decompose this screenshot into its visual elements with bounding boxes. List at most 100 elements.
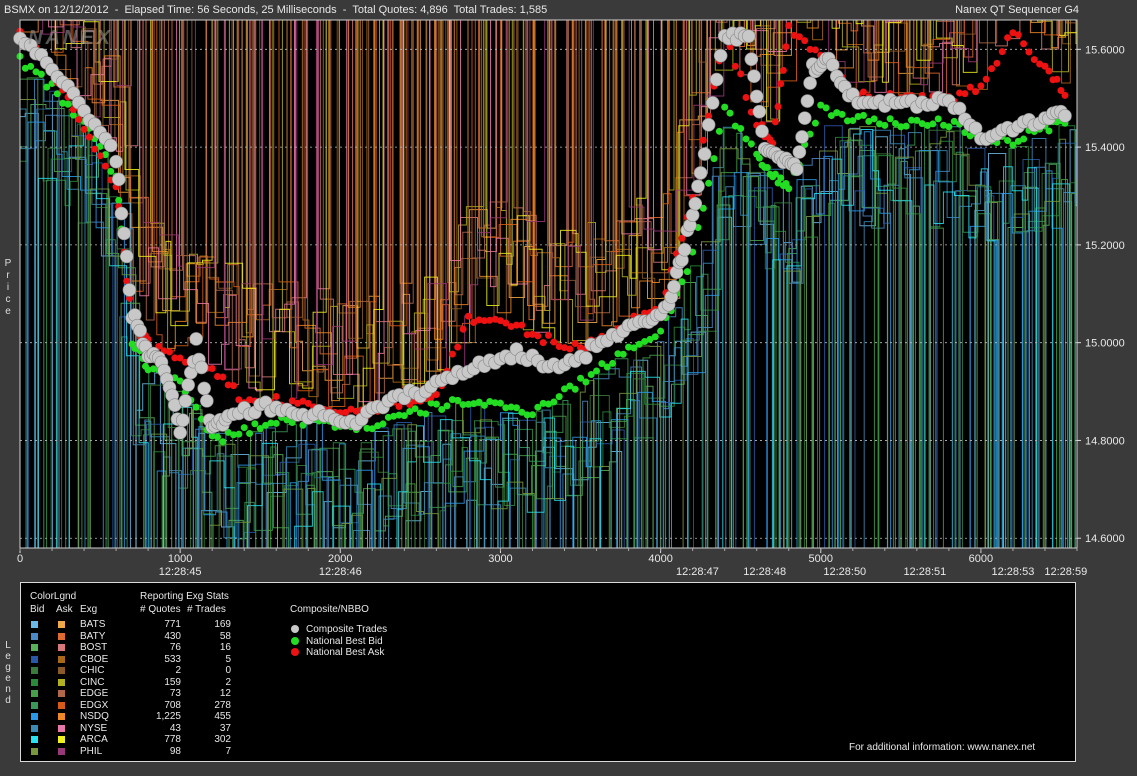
ask-color-swatch	[58, 690, 65, 697]
national-best-ask-point	[982, 75, 990, 83]
trade-count: 302	[214, 734, 231, 745]
stats-title: Reporting Exg Stats	[140, 591, 229, 602]
quote-count: 73	[169, 688, 181, 699]
national-best-ask-point	[993, 59, 1001, 67]
national-best-ask-point	[977, 82, 985, 90]
quote-count: 708	[164, 699, 181, 711]
national-best-bid-point	[785, 185, 793, 193]
exchange-name: PHIL	[80, 745, 103, 757]
national-best-bid-point	[886, 115, 894, 123]
national-best-ask-point	[998, 48, 1006, 56]
national-best-bid-point	[37, 70, 45, 78]
national-best-bid-point	[737, 124, 745, 132]
quote-count: 98	[169, 745, 181, 757]
y-tick-label: 15.4000	[1085, 142, 1125, 154]
exchange-name: CBOE	[80, 653, 109, 665]
national-best-bid-point	[512, 404, 520, 412]
time-label: 12:28:48	[743, 566, 786, 578]
national-best-ask-point	[518, 321, 526, 329]
composite-trade-point	[705, 96, 720, 110]
national-best-bid-point	[107, 167, 115, 175]
legend-panel: ColorLgnd Bid Ask Exg Reporting Exg Stat…	[20, 582, 1076, 762]
composite-trade-point	[747, 69, 761, 84]
ask-color-swatch	[58, 724, 65, 732]
national-best-bid-point	[64, 100, 72, 108]
national-best-bid-point	[651, 333, 659, 341]
trade-count: 169	[214, 619, 231, 630]
ask-color-swatch	[58, 713, 65, 720]
national-best-bid-point	[657, 327, 665, 335]
ask-color-swatch	[58, 632, 65, 640]
national-best-bid-point	[742, 135, 750, 143]
national-best-bid-point	[715, 127, 723, 135]
y-tick-label: 15.0000	[1085, 338, 1125, 350]
national-best-bid-point	[619, 350, 627, 358]
nbbo-label: Composite Trades	[306, 624, 388, 635]
composite-trade-point	[744, 52, 759, 66]
quote-count: 778	[164, 734, 181, 745]
composite-trade-point	[111, 172, 126, 187]
time-label: 12:28:45	[159, 566, 202, 578]
national-best-ask-point	[550, 338, 558, 346]
national-best-ask-point	[230, 382, 238, 390]
exchange-name: EDGX	[80, 699, 109, 711]
composite-trade-point	[119, 249, 134, 264]
x-tick-label: 1000	[168, 553, 192, 565]
national-best-bid-point	[443, 402, 451, 410]
composite-trade-point	[117, 226, 131, 241]
national-best-ask-point	[961, 90, 969, 98]
bid-color-swatch	[31, 713, 38, 720]
ask-color-swatch	[58, 644, 65, 651]
quote-count: 430	[164, 630, 181, 642]
national-best-ask-point	[464, 312, 472, 320]
x-tick-label: 6000	[969, 553, 993, 565]
trade-count: 2	[225, 676, 231, 688]
legend-side-label: Legend	[5, 640, 11, 706]
composite-trade-point	[189, 332, 203, 346]
national-best-ask-point	[165, 348, 173, 356]
exchange-name: BATY	[80, 630, 106, 642]
national-best-bid-point	[214, 433, 222, 441]
national-best-ask-point	[859, 88, 867, 96]
quote-count: 533	[164, 653, 181, 665]
national-best-bid-point	[1045, 127, 1053, 135]
national-best-ask-point	[208, 364, 216, 372]
national-best-bid-point	[683, 268, 691, 276]
quote-count: 159	[164, 676, 181, 688]
national-best-bid-point	[763, 163, 771, 171]
quote-count: 1,225	[155, 711, 181, 722]
x-tick-label: 0	[17, 553, 23, 565]
national-best-ask-point	[1025, 48, 1033, 56]
national-best-ask-point	[731, 62, 739, 70]
price-axis-label: Price	[4, 258, 12, 317]
quote-count: 2	[175, 665, 181, 676]
national-best-bid-point	[934, 115, 942, 123]
national-best-bid-point	[1020, 135, 1028, 143]
y-tick-label: 14.6000	[1085, 533, 1125, 545]
composite-trade-point	[803, 76, 817, 90]
bid-color-swatch	[31, 747, 38, 755]
y-tick-label: 14.8000	[1085, 435, 1125, 447]
national-best-bid-point	[192, 403, 200, 411]
national-best-ask-point	[988, 65, 996, 73]
composite-trade-point	[755, 124, 769, 139]
national-best-bid-point	[929, 120, 937, 128]
composite-trade-point	[667, 279, 681, 294]
national-best-bid-point	[870, 115, 878, 123]
national-best-bid-point	[235, 430, 243, 438]
composite-trade-point	[800, 94, 815, 108]
national-best-bid-point	[272, 419, 280, 427]
national-best-ask-point	[566, 345, 574, 353]
nbbo-marker	[291, 648, 299, 656]
national-best-ask-point	[91, 145, 99, 153]
national-best-ask-point	[1014, 31, 1022, 39]
ask-color-swatch	[58, 678, 65, 686]
composite-trade-point	[825, 58, 840, 72]
time-label: 12:28:59	[1044, 566, 1087, 578]
composite-trade-point	[709, 72, 724, 87]
national-best-bid-point	[496, 399, 504, 407]
composite-trade-point	[789, 162, 804, 177]
exchange-name: CINC	[80, 676, 105, 688]
national-best-bid-point	[246, 430, 254, 438]
national-best-bid-point	[432, 400, 440, 408]
